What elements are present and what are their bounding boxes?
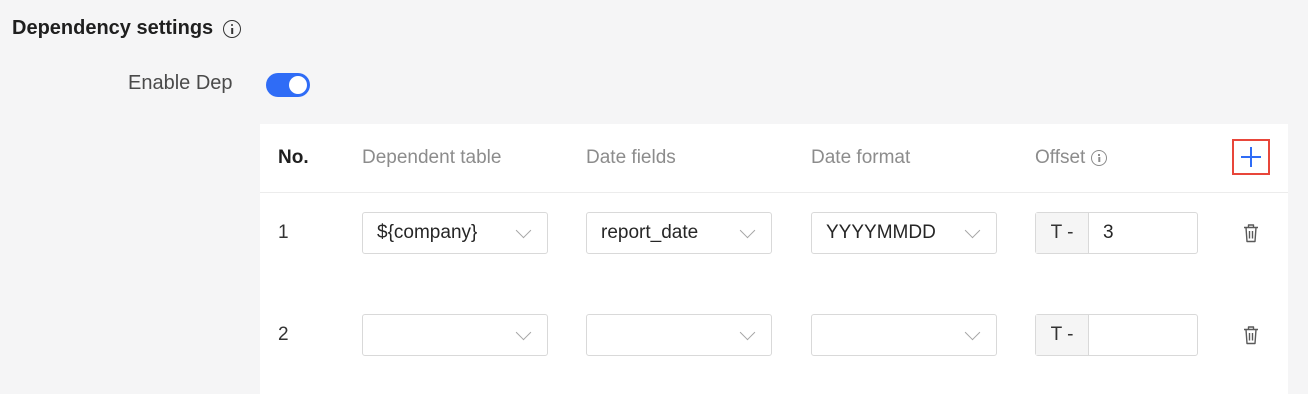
toggle-knob <box>289 76 307 94</box>
dependent-table-value: ${company} <box>377 222 478 243</box>
table-header: No. Dependent table Date fields Date for… <box>260 124 1288 193</box>
date-format-value: YYYYMMDD <box>826 222 936 243</box>
info-icon[interactable] <box>223 19 242 38</box>
add-row-button[interactable] <box>1232 139 1270 175</box>
enable-dep-label: Enable Dep <box>128 72 233 94</box>
date-fields-select[interactable]: report_date <box>586 212 772 254</box>
dependency-settings-page: Dependency settings Enable Dep No. Depen… <box>0 0 1308 394</box>
header-offset-label: Offset <box>1035 147 1086 168</box>
offset-input[interactable] <box>1089 315 1197 355</box>
trash-icon[interactable] <box>1243 223 1259 243</box>
header-offset: Offset <box>1035 147 1108 169</box>
dependency-table: No. Dependent table Date fields Date for… <box>260 124 1288 394</box>
section-title: Dependency settings <box>12 17 214 39</box>
header-no: No. <box>278 147 309 168</box>
chevron-down-icon <box>739 222 756 238</box>
offset-prefix: T - <box>1036 213 1089 253</box>
row-number: 1 <box>278 222 289 243</box>
chevron-down-icon <box>964 324 981 340</box>
chevron-down-icon <box>739 324 756 340</box>
section-header: Dependency settings <box>12 17 242 40</box>
offset-field: T - <box>1035 212 1198 254</box>
chevron-down-icon <box>964 222 981 238</box>
trash-icon[interactable] <box>1243 325 1259 345</box>
offset-prefix: T - <box>1036 315 1089 355</box>
enable-dep-toggle[interactable] <box>266 73 310 97</box>
offset-field: T - <box>1035 314 1198 356</box>
date-fields-value: report_date <box>601 222 699 243</box>
offset-input[interactable] <box>1089 213 1197 253</box>
chevron-down-icon <box>515 324 532 340</box>
dependent-table-select[interactable]: ${company} <box>362 212 548 254</box>
header-dependent-table: Dependent table <box>362 147 502 168</box>
plus-icon <box>1241 147 1261 167</box>
date-fields-select[interactable] <box>586 314 772 356</box>
offset-info-icon[interactable] <box>1091 150 1108 166</box>
header-date-fields: Date fields <box>586 147 676 168</box>
date-format-select[interactable] <box>811 314 997 356</box>
chevron-down-icon <box>515 222 532 238</box>
dependent-table-select[interactable] <box>362 314 548 356</box>
header-date-format: Date format <box>811 147 911 168</box>
row-number: 2 <box>278 324 289 345</box>
date-format-select[interactable]: YYYYMMDD <box>811 212 997 254</box>
